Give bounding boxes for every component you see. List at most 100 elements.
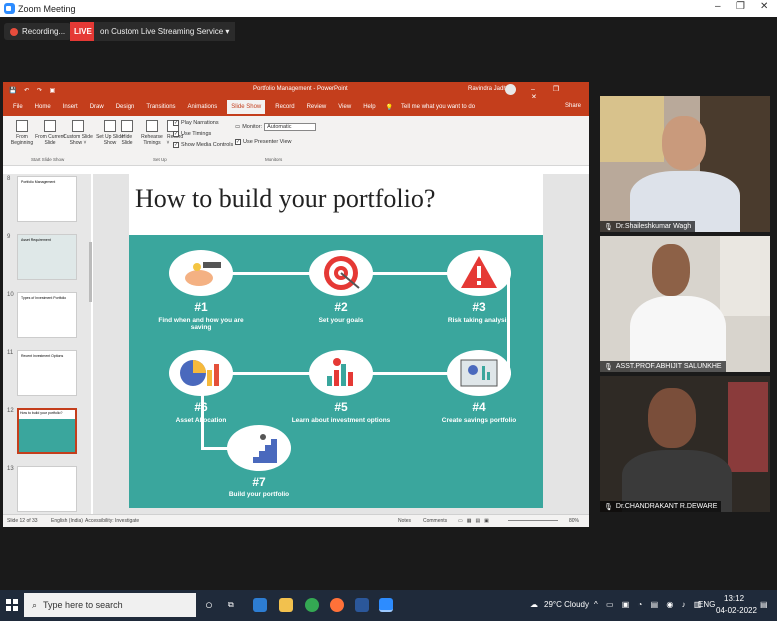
group-monitors-label: Monitors	[265, 157, 283, 162]
window-titlebar: Zoom Meeting – ❐ ✕	[0, 0, 777, 17]
checkbox-checked-icon: ✓	[173, 142, 179, 148]
monitor-label: Monitor:	[242, 124, 263, 130]
participant-name-tag: 🎙 ASST.PROF.ABHIJIT SALUNKHE	[600, 361, 726, 372]
windows-start-icon[interactable]	[6, 599, 18, 611]
recording-indicator[interactable]: Recording...	[4, 23, 72, 40]
tab-insert[interactable]: Insert	[61, 102, 80, 112]
presenter-view-label: Use Presenter View	[243, 139, 292, 145]
from-current-label: From Current Slide	[35, 134, 65, 146]
thumb-number: 12	[7, 408, 14, 414]
word-icon[interactable]	[355, 598, 369, 612]
slide-thumbnail[interactable]: Types of Investment Portfolio	[17, 292, 77, 338]
slide-thumbnail[interactable]: Portfolio Management	[17, 176, 77, 222]
task-view-icon[interactable]: ⧉	[228, 600, 234, 610]
language-status[interactable]: English (India)	[51, 518, 83, 524]
accessibility-status[interactable]: Accessibility: Investigate	[85, 518, 139, 524]
slide-thumbnail[interactable]	[17, 466, 77, 512]
participant-video[interactable]: 🎙 Dr.CHANDRAKANT R.DEWARE	[600, 376, 770, 512]
user-avatar[interactable]	[505, 84, 516, 95]
step-description: Risk taking analysis	[447, 317, 511, 324]
notification-icon[interactable]: ▤	[760, 600, 768, 609]
file-explorer-icon[interactable]	[279, 598, 293, 612]
from-beginning-label: From Beginning	[10, 134, 34, 146]
tell-me-input[interactable]: Tell me what you want to do	[401, 104, 475, 110]
tab-record[interactable]: Record	[273, 102, 296, 112]
view-buttons[interactable]: ▭▦▤▣	[458, 518, 493, 524]
current-slide[interactable]: How to build your portfolio? #1 Find whe…	[129, 174, 543, 508]
tab-animations[interactable]: Animations	[186, 102, 220, 112]
hide-slide-button[interactable]: Hide Slide	[117, 118, 137, 146]
slide-thumbnail-pane: 8 Portfolio Management 9 Asset Requireme…	[3, 174, 91, 514]
step-number: #2	[334, 300, 348, 314]
lightbulb-icon: 💡	[385, 104, 394, 111]
thumb-title: How to build your portfolio?	[19, 410, 75, 419]
tab-file[interactable]: File	[11, 102, 25, 112]
clock-date[interactable]: 04-02-2022	[716, 606, 757, 615]
minimize-button[interactable]: –	[715, 1, 721, 12]
slide-thumbnail[interactable]: Recent Investment Options	[17, 350, 77, 396]
ppt-ribbon: From Beginning From Current Slide Custom…	[3, 116, 589, 166]
notes-button[interactable]: Notes	[398, 518, 411, 524]
mail-icon[interactable]	[253, 598, 267, 612]
language-indicator[interactable]: ENG	[698, 600, 715, 609]
slide-title: How to build your portfolio?	[135, 184, 436, 213]
tab-transitions[interactable]: Transitions	[144, 102, 177, 112]
tab-slide-show[interactable]: Slide Show	[227, 100, 266, 114]
thumb-title: Types of Investment Portfolio	[21, 296, 67, 300]
presenter-view-checkbox[interactable]: ✓ Use Presenter View	[235, 139, 292, 145]
slide-thumbnail[interactable]: Asset Requirement	[17, 234, 77, 280]
system-tray-icons[interactable]: ^ ▭ ▣ ◔ ▤ ◉ ♪ ▥	[594, 600, 704, 609]
close-button[interactable]: ✕	[760, 1, 768, 12]
group-start-label: Start Slide Show	[31, 157, 65, 162]
participant-face	[652, 244, 690, 296]
slide-thumbnail-selected[interactable]: How to build your portfolio?	[17, 408, 77, 454]
step-number: #4	[472, 400, 486, 414]
quick-access-icons[interactable]: 💾 ↶ ↷ ▣	[9, 87, 58, 94]
zoom-taskbar-icon[interactable]	[379, 598, 393, 612]
weather-text[interactable]: 29°C Cloudy	[544, 600, 589, 609]
background-painting	[728, 382, 768, 472]
participant-video[interactable]: 🎙 ASST.PROF.ABHIJIT SALUNKHE	[600, 236, 770, 372]
play-narrations-checkbox[interactable]: ✓ Play Narrations	[173, 120, 219, 126]
step-number: #5	[334, 400, 348, 414]
chrome-icon[interactable]	[305, 598, 319, 612]
tab-design[interactable]: Design	[114, 102, 137, 112]
maximize-button[interactable]: ❐	[736, 1, 745, 12]
use-timings-checkbox[interactable]: ✓ Use Timings	[173, 131, 211, 137]
step-description: Set your goals	[318, 317, 364, 324]
tab-view[interactable]: View	[336, 102, 353, 112]
from-current-button[interactable]: From Current Slide	[35, 118, 65, 146]
tab-draw[interactable]: Draw	[88, 102, 106, 112]
slideshow-icon	[16, 120, 28, 132]
zoom-level[interactable]: 80%	[569, 518, 579, 524]
show-media-label: Show Media Controls	[181, 142, 234, 148]
taskbar-search[interactable]: ⌕ Type here to search	[24, 593, 196, 617]
thumb-title: Asset Requirement	[21, 238, 51, 242]
custom-show-button[interactable]: Custom Slide Show ˅	[63, 118, 93, 146]
meeting-toolbar: Recording... LIVE on Custom Live Streami…	[0, 17, 777, 45]
stream-dropdown[interactable]: on Custom Live Streaming Service ▾	[94, 22, 236, 41]
from-beginning-button[interactable]: From Beginning	[7, 118, 37, 146]
firefox-icon[interactable]	[330, 598, 344, 612]
participant-video[interactable]: 🎙 Dr.Shaileshkumar Wagh	[600, 96, 770, 232]
record-dot-icon	[10, 27, 18, 36]
comments-button[interactable]: Comments	[423, 518, 447, 524]
tab-home[interactable]: Home	[33, 102, 53, 112]
live-badge: LIVE	[70, 22, 96, 41]
slide-canvas: How to build your portfolio? #1 Find whe…	[93, 174, 589, 514]
monitor-value[interactable]: Automatic	[264, 123, 317, 131]
cortana-icon[interactable]: ○	[205, 597, 213, 612]
savings-icon	[169, 250, 233, 296]
custom-show-icon	[72, 120, 84, 132]
tab-help[interactable]: Help	[361, 102, 377, 112]
recording-label: Recording...	[22, 27, 66, 36]
monitor-select[interactable]: ▭ Monitor: Automatic	[235, 123, 317, 131]
thumbnail-scrollbar[interactable]	[89, 242, 92, 302]
show-media-checkbox[interactable]: ✓ Show Media Controls	[173, 142, 233, 148]
clock-time[interactable]: 13:12	[724, 594, 744, 603]
tab-review[interactable]: Review	[305, 102, 329, 112]
share-button[interactable]: Share	[565, 103, 581, 109]
participant-face	[648, 388, 696, 448]
monitor-icon: ▭	[235, 124, 241, 130]
zoom-slider[interactable]	[508, 520, 558, 521]
